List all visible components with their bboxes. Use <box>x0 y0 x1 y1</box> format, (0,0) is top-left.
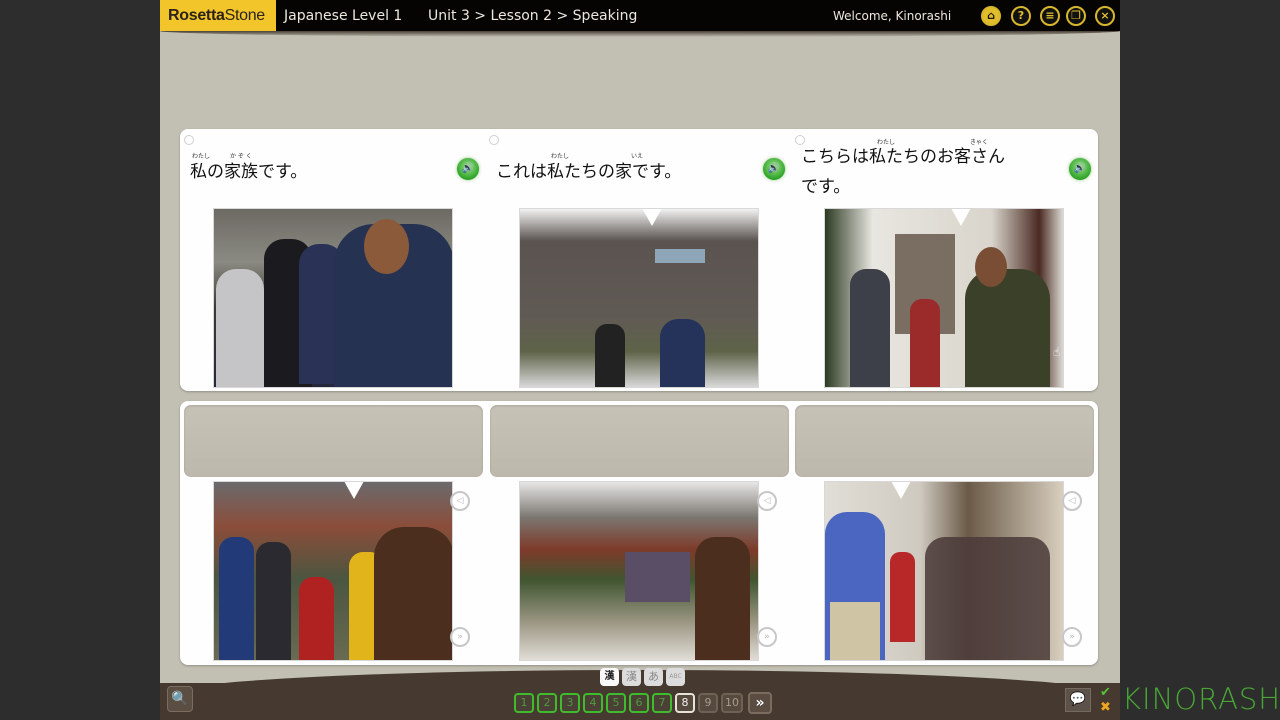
rosetta-stone-logo: RosettaStone <box>160 0 276 31</box>
prompt-panel: わたし か ぞ く 私の家族です。 🔊 わたし いえ これは私たちの家です。 🔊… <box>180 129 1098 391</box>
help-icon[interactable]: ? <box>1011 6 1031 26</box>
photo-group <box>925 537 1050 660</box>
page-button-10[interactable]: 10 <box>721 693 743 713</box>
page-button-1[interactable]: 1 <box>514 693 534 713</box>
page-button-9[interactable]: 9 <box>698 693 718 713</box>
page-button-5[interactable]: 5 <box>606 693 626 713</box>
answer-photo-3[interactable] <box>824 481 1064 661</box>
screen-pager: 1 2 3 4 5 6 7 8 9 10 » <box>514 692 772 714</box>
close-icon[interactable]: × <box>1095 6 1115 26</box>
logo-bold: Rosetta <box>168 7 225 24</box>
magnifier-icon[interactable]: 🔍 <box>167 686 193 712</box>
prompt-sentence-2: これは私たちの家です。 <box>496 162 682 182</box>
play-audio-button-3[interactable]: 🔊 <box>1068 157 1092 181</box>
page-button-2[interactable]: 2 <box>537 693 557 713</box>
answer-photo-1[interactable] <box>213 481 453 661</box>
welcome-message: Welcome, Kinorashi <box>833 9 952 23</box>
photo-group <box>625 552 690 602</box>
answer-panel: ◁ » ◁ » ◁ » <box>180 401 1098 665</box>
script-toggle-kanji[interactable]: 漢 <box>622 668 641 686</box>
prompt-sentence-3-line-2: です。 <box>801 177 851 197</box>
answer-slot-3[interactable] <box>795 405 1094 477</box>
top-bar: RosettaStone Japanese Level 1 Unit 3 > L… <box>160 0 1120 31</box>
next-answer-icon[interactable]: » <box>450 627 470 647</box>
script-toggles: 漢 漢 あ ABC <box>600 668 685 688</box>
check-icon: ✔ <box>1100 685 1111 700</box>
top-bar-shadow <box>160 31 1120 37</box>
prompt-sentence-3-line-1: こちらは私たちのお客さん <box>801 147 1005 167</box>
answer-photo-2[interactable] <box>519 481 759 661</box>
play-audio-button-2[interactable]: 🔊 <box>762 157 786 181</box>
play-answer-icon[interactable]: ◁ <box>1062 491 1082 511</box>
photo-figure <box>219 537 254 660</box>
photo-figure <box>850 269 890 387</box>
photo-figure <box>256 542 291 660</box>
home-icon[interactable]: ⌂ <box>981 6 1001 26</box>
photo-figure <box>374 527 452 660</box>
next-screen-button[interactable]: » <box>748 692 772 714</box>
photo-figure <box>660 319 705 387</box>
page-button-6[interactable]: 6 <box>629 693 649 713</box>
pin-icon <box>184 135 194 145</box>
photo-figure <box>890 552 915 642</box>
pin-icon <box>489 135 499 145</box>
speech-bubble-tail <box>642 209 662 226</box>
next-answer-icon[interactable]: » <box>1062 627 1082 647</box>
answer-slot-2[interactable] <box>490 405 789 477</box>
photo-figure <box>595 324 625 387</box>
photo-figure <box>299 577 334 660</box>
answer-slot-1[interactable] <box>184 405 483 477</box>
prompt-photo-3 <box>824 208 1064 388</box>
speech-bubble-tail <box>344 482 364 499</box>
script-toggle-romaji[interactable]: ABC <box>666 668 685 686</box>
hand-cursor-icon: ☝ <box>1053 345 1061 359</box>
page-button-3[interactable]: 3 <box>560 693 580 713</box>
cross-icon: ✖ <box>1100 700 1111 715</box>
photo-face <box>975 247 1007 287</box>
logo-thin: Stone <box>224 7 266 24</box>
page-button-4[interactable]: 4 <box>583 693 603 713</box>
play-audio-button-1[interactable]: 🔊 <box>456 157 480 181</box>
script-toggle-kana[interactable]: あ <box>644 668 663 686</box>
menu-list-icon[interactable]: ≡ <box>1040 6 1060 26</box>
speech-bubble-icon[interactable]: 💬 <box>1065 688 1091 712</box>
photo-figure <box>965 269 1050 387</box>
page-button-7[interactable]: 7 <box>652 693 672 713</box>
photo-figure <box>910 299 940 387</box>
photo-figure <box>216 269 264 387</box>
speech-bubble-tail <box>891 482 911 499</box>
window-mode-icon[interactable]: ❐ <box>1066 6 1086 26</box>
rosetta-stone-app: RosettaStone Japanese Level 1 Unit 3 > L… <box>160 0 1120 720</box>
prompt-photo-2 <box>519 208 759 388</box>
prompt-photo-1 <box>213 208 453 388</box>
next-answer-icon[interactable]: » <box>757 627 777 647</box>
course-title: Japanese Level 1 <box>284 8 403 24</box>
photo-figure <box>830 602 880 660</box>
play-answer-icon[interactable]: ◁ <box>757 491 777 511</box>
photo-face <box>364 219 409 274</box>
photo-figure <box>695 537 750 660</box>
watermark: KINORASHI <box>1122 682 1280 716</box>
script-toggle-kanji-furigana[interactable]: 漢 <box>600 668 619 686</box>
breadcrumb: Unit 3 > Lesson 2 > Speaking <box>428 8 638 24</box>
speech-bubble-tail <box>951 209 971 226</box>
photo-window <box>655 249 705 263</box>
prompt-sentence-1: 私の家族です。 <box>190 162 308 182</box>
play-answer-icon[interactable]: ◁ <box>450 491 470 511</box>
page-button-8[interactable]: 8 <box>675 693 695 713</box>
